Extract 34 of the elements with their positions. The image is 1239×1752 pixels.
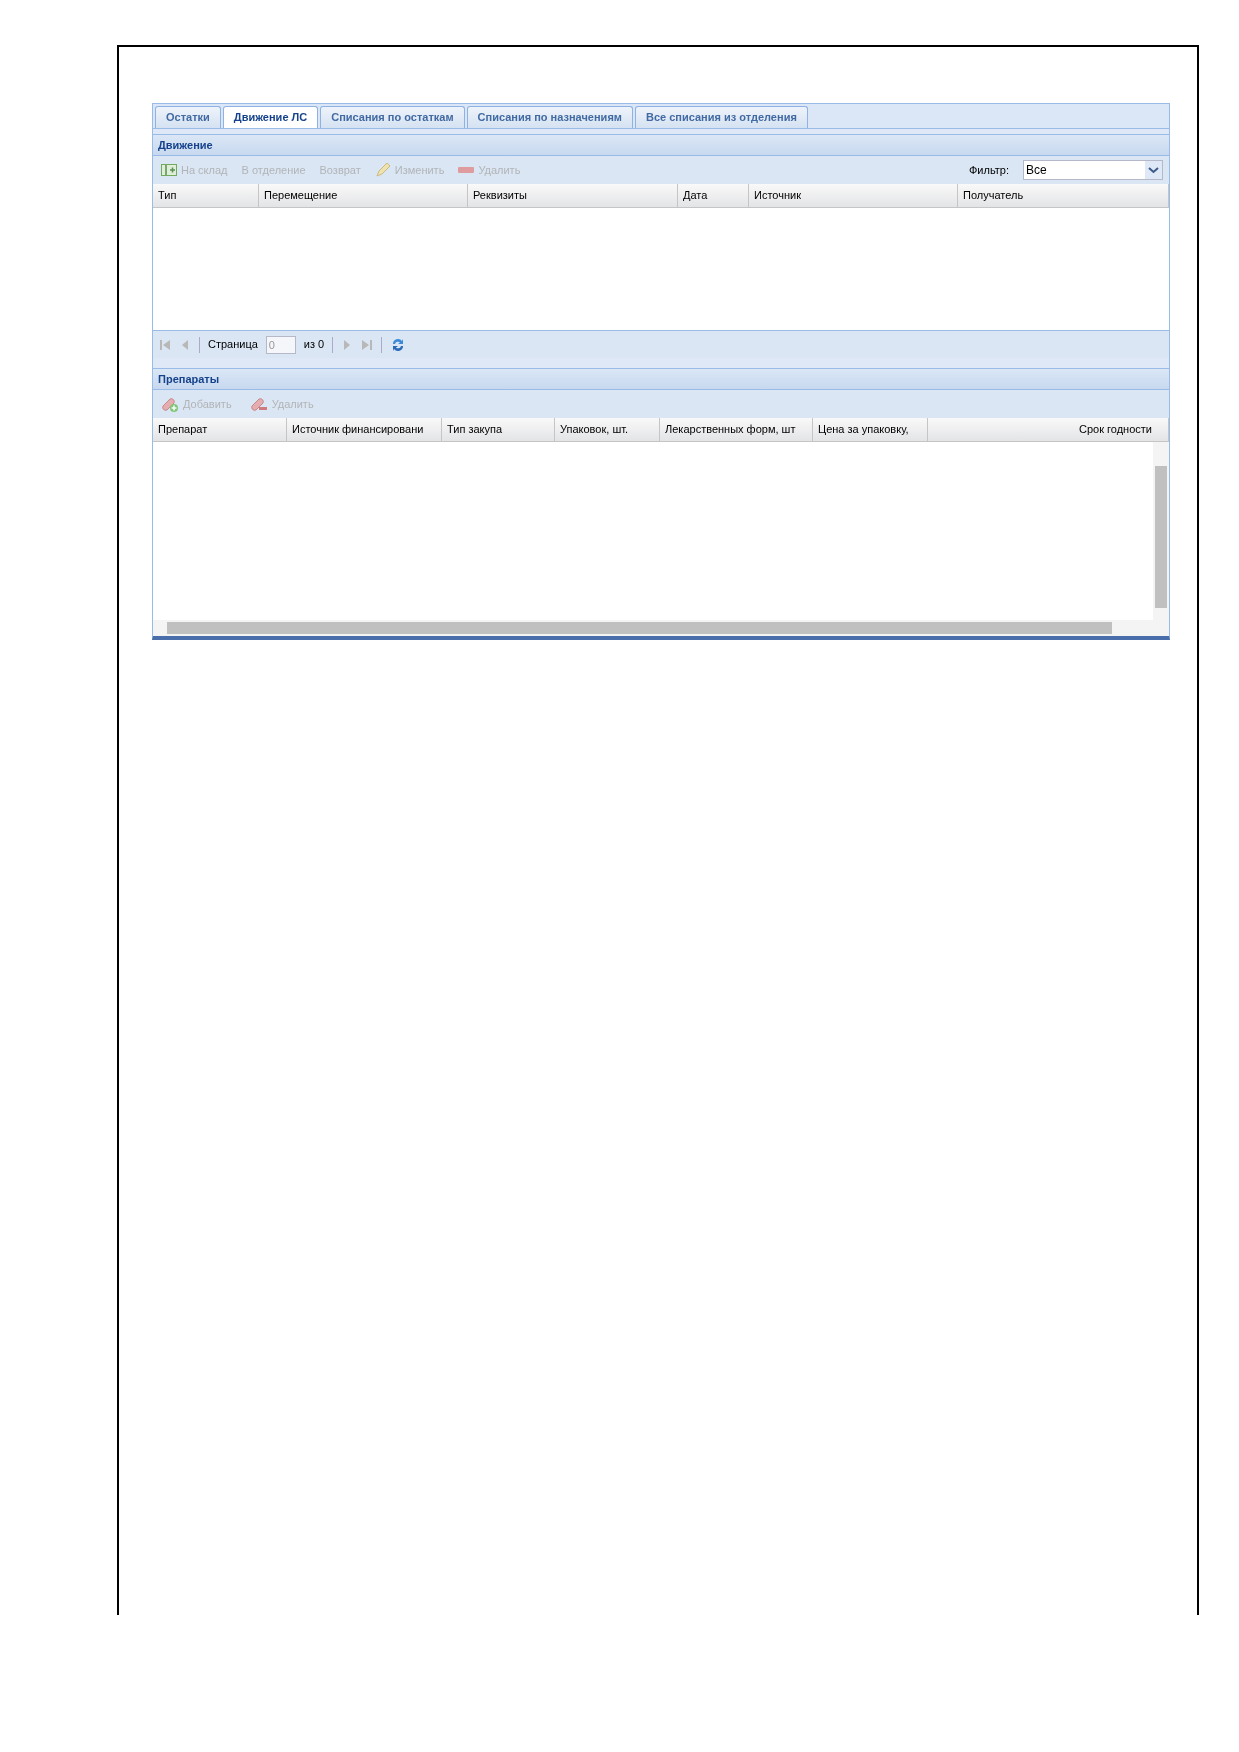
column-header[interactable]: Препарат (153, 418, 287, 441)
pencil-icon (374, 162, 391, 178)
column-header[interactable]: Лекарственных форм, шт (660, 418, 813, 441)
minus-icon (458, 167, 475, 173)
page-label: Страница (208, 337, 258, 353)
tab[interactable]: Остатки (155, 106, 221, 128)
tab[interactable]: Списания по остаткам (320, 106, 465, 128)
panel-header: Препараты (153, 369, 1169, 390)
tab[interactable]: Все списания из отделения (634, 106, 808, 128)
page-count: из 0 (303, 337, 325, 353)
chevron-down-icon[interactable] (1145, 161, 1162, 179)
column-header[interactable]: Перемещение (259, 184, 468, 207)
first-page-icon[interactable] (159, 338, 171, 351)
pill-remove-icon (249, 395, 268, 413)
horizontal-scrollbar[interactable] (153, 620, 1169, 636)
last-page-icon[interactable] (361, 338, 374, 351)
column-header[interactable]: Источник (749, 184, 958, 207)
panel-header: Движение (153, 135, 1169, 156)
column-header[interactable]: Дата (678, 184, 749, 207)
column-header[interactable]: Цена за упаковку, (813, 418, 928, 441)
tab[interactable]: Списания по назначениям (466, 106, 633, 128)
column-header[interactable]: Получатель (958, 184, 1169, 207)
column-header[interactable]: Срок годности (928, 418, 1169, 441)
column-header[interactable]: Тип закупа (442, 418, 555, 441)
column-header[interactable]: Тип (153, 184, 259, 207)
filter-label: Фильтр: (969, 162, 1009, 178)
column-header[interactable]: Упаковок, шт. (555, 418, 660, 441)
table-add-icon (161, 164, 177, 176)
column-header[interactable]: Реквизиты (468, 184, 678, 207)
pill-add-icon (161, 395, 179, 413)
column-header[interactable]: Источник финансировани (287, 418, 442, 441)
vertical-scrollbar[interactable] (1153, 442, 1169, 620)
tab[interactable]: Движение ЛС (222, 106, 319, 128)
filter-dropdown[interactable]: Все (1023, 160, 1163, 180)
